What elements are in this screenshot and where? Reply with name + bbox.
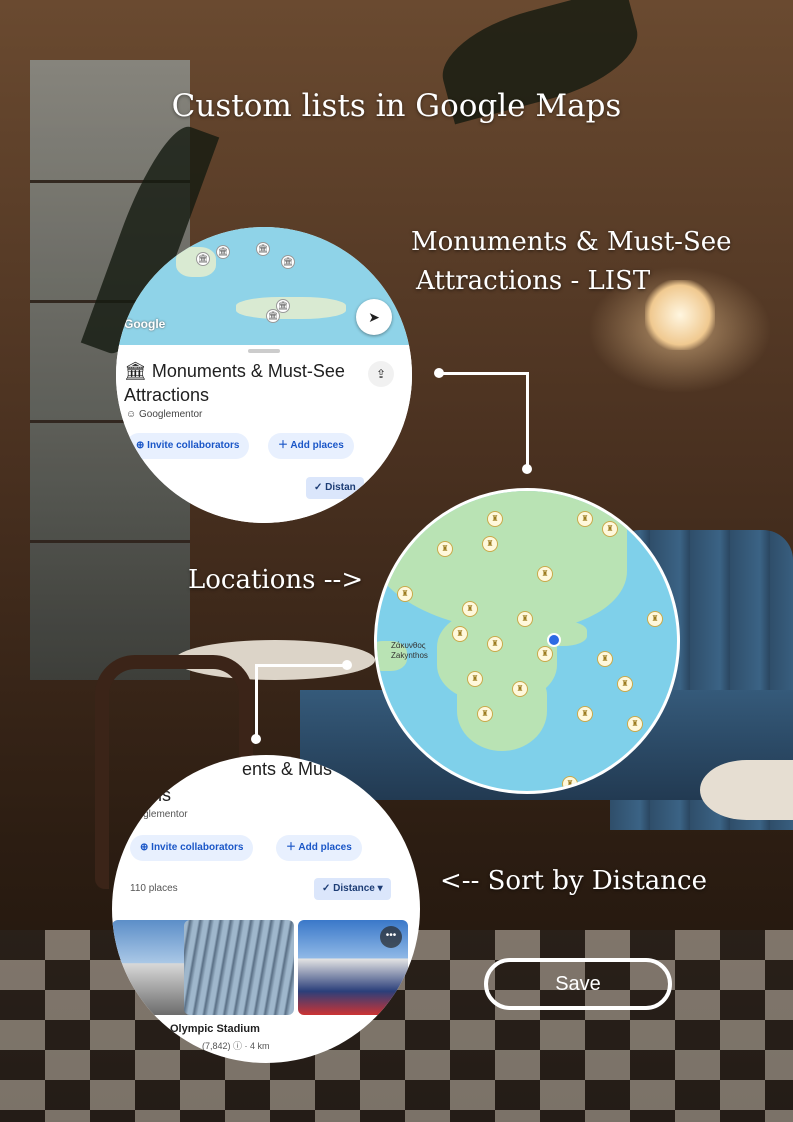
invite-collaborators-button[interactable]: ⊕ Invite collaborators [130,835,254,861]
list-owner: ☺ Googlementor [126,409,203,420]
monument-pin-icon[interactable]: ♜ [467,671,483,687]
monument-pin-icon[interactable]: ♜ [437,541,453,557]
background-table-right [700,760,793,820]
connector-line [255,664,347,667]
place-name[interactable]: Olympic Stadium [170,1023,260,1035]
more-options-icon[interactable]: ••• [380,926,402,948]
monument-pin-icon[interactable]: 🏛 [216,245,230,259]
invite-label: Invite collaborators [147,440,240,451]
monument-pin-icon[interactable]: ♜ [597,651,613,667]
list-title-partial: ents & Mus [242,759,333,779]
monument-pin-icon[interactable]: ♜ [647,611,663,627]
monument-pin-icon[interactable]: ♜ [627,716,643,732]
monument-pin-icon[interactable]: ♜ [477,706,493,722]
monument-pin-icon[interactable]: 🏛 [281,255,295,269]
caption-list-line1: Monuments & Must-See [411,227,732,257]
monument-pin-icon[interactable]: ♜ [482,536,498,552]
caption-sort: <-- Sort by Distance [440,866,707,896]
monument-pin-icon[interactable]: ♜ [602,521,618,537]
connector-dot [342,660,352,670]
monument-pin-icon[interactable]: ♜ [577,706,593,722]
monument-pin-icon[interactable]: ♜ [562,776,578,791]
wall-lamp [645,280,715,350]
monument-pin-icon[interactable]: 🏛 [256,242,270,256]
connector-line [526,372,529,470]
monument-pin-icon[interactable]: 🏛 [266,309,280,323]
monument-pin-icon[interactable]: ♜ [452,626,468,642]
add-places-button[interactable]: ＋ Add places [268,433,354,459]
list-map[interactable]: 🏛 🏛 🏛 🏛 🏛 🏛 Google ➤ [116,227,412,345]
google-logo: Google [124,317,166,331]
connector-dot [251,734,261,744]
monument-pin-icon[interactable]: ♜ [487,636,503,652]
add-places-button[interactable]: ＋ Add places [276,835,362,861]
monument-pin-icon[interactable]: ♜ [462,601,478,617]
map-place-label: Ζάκυνθος Zakynthos [391,641,428,661]
place-label-greek: Ζάκυνθος [391,641,426,650]
list-owner: ooglementor [132,809,188,820]
connector-line [255,664,258,740]
monument-pin-icon[interactable]: ♜ [537,646,553,662]
monument-pin-icon[interactable]: ♜ [577,511,593,527]
list-title: 🏛 Monuments & Must-See Attractions [124,361,345,405]
monument-pin-icon[interactable]: 🏛 [196,252,210,266]
caption-list-line2: Attractions - LIST [416,266,651,296]
add-places-label: Add places [298,842,352,853]
connector-dot [434,368,444,378]
current-location-icon [547,633,561,647]
places-count: es [156,483,167,494]
sort-label: Distan [325,482,356,493]
place-label-latin: Zakynthos [391,651,428,660]
caption-locations: Locations --> [188,565,364,595]
sort-distance-chip[interactable]: ✓ Distan [306,477,364,499]
invite-label: Invite collaborators [151,842,244,853]
monument-pin-icon[interactable]: ♜ [512,681,528,697]
monument-pin-icon[interactable]: ♜ [397,586,413,602]
invite-collaborators-button[interactable]: ⊕ Invite collaborators [126,433,250,459]
drag-handle[interactable] [248,349,280,353]
place-photo[interactable]: ••• [298,920,408,1015]
locations-map-circle[interactable]: ♜ ♜ ♜ ♜ ♜ ♜ ♜ ♜ ♜ ♜ ♜ ♜ ♜ ♜ ♜ ♜ ♜ ♜ ♜ ♜ … [374,488,680,794]
add-places-label: Add places [290,440,344,451]
sorted-list-circle: ents & Mus ctions ooglementor ⊕ Invite c… [112,755,420,1063]
navigate-icon[interactable]: ➤ [356,299,392,335]
list-sheet: 🏛 Monuments & Must-See Attractions ⇪ ☺ G… [116,345,412,523]
page-heading: Custom lists in Google Maps [171,88,622,124]
connector-line [438,372,528,375]
places-count: 110 places [130,883,178,894]
list-card-circle: 🏛 🏛 🏛 🏛 🏛 🏛 Google ➤ 🏛 Monuments & Must-… [116,227,412,523]
connector-dot [522,464,532,474]
list-title-partial-2: ctions [124,785,172,805]
share-icon[interactable]: ⇪ [368,361,394,387]
monument-pin-icon[interactable]: ♜ [537,566,553,582]
sort-label: Distance [333,883,375,894]
place-meta: (7,842) ⓘ · 4 km [202,1041,270,1051]
sort-distance-chip[interactable]: ✓ Distance ▾ [314,878,391,900]
monument-pin-icon[interactable]: ♜ [617,676,633,692]
save-button[interactable]: Save [484,958,672,1010]
place-photo[interactable] [184,920,294,1015]
owner-name: Googlementor [139,409,203,420]
monument-pin-icon[interactable]: ♜ [517,611,533,627]
greece-map[interactable]: ♜ ♜ ♜ ♜ ♜ ♜ ♜ ♜ ♜ ♜ ♜ ♜ ♜ ♜ ♜ ♜ ♜ ♜ ♜ ♜ … [377,491,677,791]
monument-pin-icon[interactable]: ♜ [487,511,503,527]
